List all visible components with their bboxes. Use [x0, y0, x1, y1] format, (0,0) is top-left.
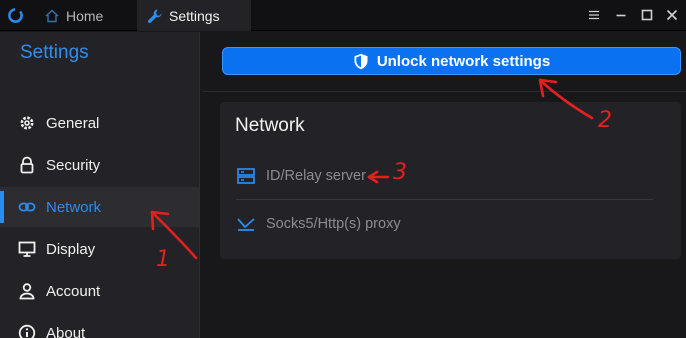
user-icon — [19, 283, 35, 300]
tab-settings[interactable]: Settings — [137, 0, 251, 31]
menu-icon[interactable] — [587, 8, 601, 22]
sidebar-item-security[interactable]: Security — [0, 145, 199, 185]
sidebar-item-label: Display — [46, 240, 96, 258]
info-icon — [18, 324, 36, 338]
proxy-icon — [237, 218, 255, 231]
sidebar-item-label: General — [46, 114, 100, 132]
lock-icon — [20, 156, 34, 174]
sidebar-item-label: Security — [46, 156, 101, 174]
divider — [202, 91, 686, 92]
minimize-icon[interactable] — [614, 8, 628, 22]
shield-icon — [354, 53, 368, 69]
tab-home-label: Home — [66, 7, 104, 24]
card-separator — [236, 199, 653, 200]
sidebar-title: Settings — [20, 42, 89, 63]
sidebar-item-general[interactable]: General — [0, 103, 199, 143]
sidebar-item-account[interactable]: Account — [0, 271, 199, 311]
sidebar-item-label: Network — [46, 198, 102, 216]
sidebar-item-about[interactable]: About — [0, 313, 199, 338]
link-icon — [18, 202, 36, 212]
id-relay-server-label: ID/Relay server — [266, 168, 366, 184]
annotation-label-3: 3 — [393, 160, 407, 185]
tab-home[interactable]: Home — [34, 0, 136, 31]
home-icon — [45, 9, 59, 22]
maximize-icon[interactable] — [640, 8, 654, 22]
card-title: Network — [235, 115, 305, 136]
sidebar: Settings General Security Network Displa… — [0, 32, 200, 338]
id-relay-server-item[interactable]: ID/Relay server — [236, 164, 366, 188]
tab-settings-label: Settings — [169, 7, 220, 24]
monitor-icon — [18, 241, 36, 257]
active-indicator — [0, 191, 4, 223]
socks5-proxy-label: Socks5/Http(s) proxy — [266, 216, 401, 232]
annotation-label-2: 2 — [598, 108, 612, 133]
gear-icon — [20, 116, 34, 130]
close-icon[interactable] — [665, 8, 679, 22]
server-icon — [237, 168, 255, 184]
app-logo-icon — [8, 8, 23, 23]
sidebar-item-label: Account — [46, 282, 101, 300]
annotation-label-1: 1 — [156, 247, 170, 272]
sidebar-item-network[interactable]: Network — [0, 187, 199, 227]
wrench-icon — [148, 9, 162, 23]
socks5-proxy-item[interactable]: Socks5/Http(s) proxy — [236, 212, 401, 236]
unlock-button-label: Unlock network settings — [376, 52, 551, 70]
sidebar-item-label: About — [46, 324, 86, 338]
unlock-network-settings-button[interactable]: Unlock network settings — [222, 47, 681, 75]
app-window: Home Settings Settings General Security … — [0, 0, 686, 338]
title-bar: Home Settings — [0, 0, 686, 31]
